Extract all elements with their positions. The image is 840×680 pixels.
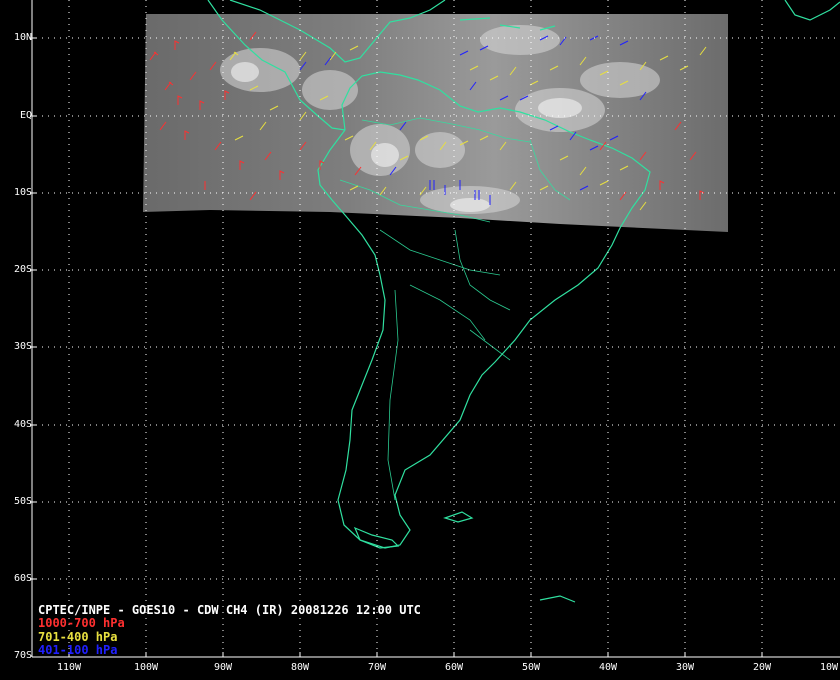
lat-label-50s: 50S xyxy=(13,496,32,507)
lon-label-80w: 80W xyxy=(290,662,310,673)
lat-label-eq: EQ xyxy=(19,110,32,121)
lat-label-30s: 30S xyxy=(13,341,32,352)
lat-label-10n: 10N xyxy=(13,32,32,43)
lon-label-110w: 110W xyxy=(56,662,82,673)
lat-label-60s: 60S xyxy=(13,573,32,584)
legend-high-level: 401-100 hPa xyxy=(38,643,118,657)
lat-label-20s: 20S xyxy=(13,264,32,275)
antarctic-peninsula xyxy=(539,595,576,603)
falklands xyxy=(443,511,474,523)
lat-label-10s: 10S xyxy=(13,187,32,198)
lat-label-40s: 40S xyxy=(13,419,32,430)
lon-label-100w: 100W xyxy=(133,662,159,673)
lon-label-20w: 20W xyxy=(752,662,772,673)
greenland-coast xyxy=(784,0,840,21)
lon-label-10w: 10W xyxy=(819,662,839,673)
lon-label-40w: 40W xyxy=(598,662,618,673)
lon-label-30w: 30W xyxy=(675,662,695,673)
lon-label-50w: 50W xyxy=(521,662,541,673)
satellite-map xyxy=(30,0,840,658)
legend-low-level: 1000-700 hPa xyxy=(38,616,125,630)
lon-label-70w: 70W xyxy=(367,662,387,673)
lon-label-90w: 90W xyxy=(213,662,233,673)
lon-label-60w: 60W xyxy=(444,662,464,673)
lat-label-70s: 70S xyxy=(13,650,32,661)
